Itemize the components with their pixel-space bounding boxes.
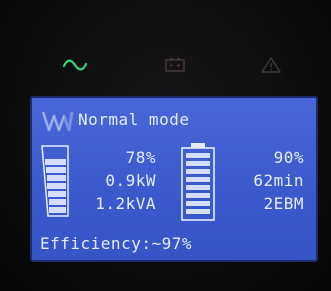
ups-front-panel: Normal mode 78% 0.9kW 1.2kVA 90% 62min 2…: [0, 0, 331, 291]
battery-runtime: 62min: [253, 171, 304, 190]
battery-ebm-count: 2EBM: [263, 194, 304, 213]
warning-icon: [256, 50, 286, 80]
mode-label: Normal mode: [78, 110, 190, 129]
efficiency-readout: Efficiency:~97%: [40, 234, 192, 253]
ac-wave-icon: [60, 50, 90, 80]
load-apparent-power: 1.2kVA: [95, 194, 156, 213]
load-level-gauge: [38, 144, 72, 222]
battery-icon: [160, 50, 190, 80]
load-power: 0.9kW: [105, 171, 156, 190]
battery-level-gauge: [180, 142, 216, 226]
battery-percent: 90%: [273, 148, 304, 167]
lcd-screen: Normal mode 78% 0.9kW 1.2kVA 90% 62min 2…: [30, 96, 318, 262]
load-percent: 78%: [125, 148, 156, 167]
normal-mode-icon: [40, 108, 74, 138]
